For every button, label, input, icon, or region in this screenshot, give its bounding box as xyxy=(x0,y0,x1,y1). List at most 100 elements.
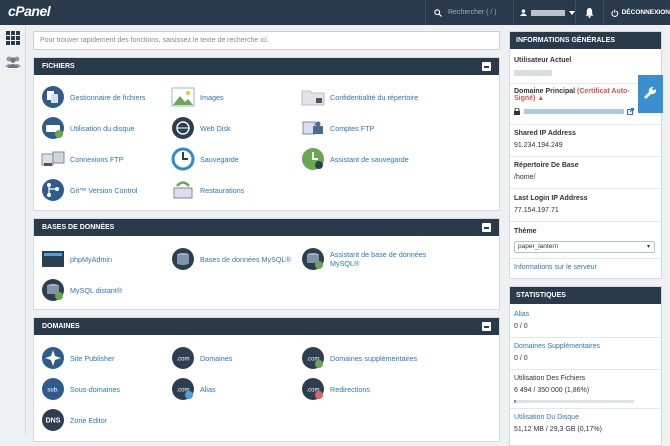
mysql-wizard-icon xyxy=(302,248,324,270)
remote-mysql-icon xyxy=(42,279,64,301)
file-manager-icon xyxy=(42,86,64,108)
item-zone-editor[interactable]: DNS Zone Editor xyxy=(41,408,107,432)
collapse-icon[interactable] xyxy=(482,223,491,232)
users-icon[interactable] xyxy=(4,56,22,68)
lock-icon xyxy=(514,108,520,115)
cpanel-logo[interactable]: cPanel xyxy=(8,3,51,19)
external-link-icon[interactable] xyxy=(627,108,634,115)
addon-domains-icon: .com xyxy=(302,347,324,369)
item-backup[interactable]: Sauvegarde xyxy=(171,147,239,171)
stat-disk-usage-link[interactable]: Utilisation Du Disque xyxy=(514,414,639,421)
web-disk-icon xyxy=(172,117,194,139)
folder-lock-icon xyxy=(301,90,325,106)
top-bar: cPanel Rechercher ( / ) DÉCONNEXION xyxy=(0,0,670,25)
bell-icon xyxy=(585,7,594,18)
theme-select[interactable]: paper_lantern ▾ xyxy=(514,241,655,253)
panel-bases-header[interactable]: BASES DE DONNÉES xyxy=(34,219,499,236)
settings-wrench-button[interactable] xyxy=(638,75,663,113)
item-addon-domains[interactable]: .com Domaines supplémentaires xyxy=(301,346,417,370)
subdomains-icon: sub. xyxy=(42,378,64,400)
wrench-icon xyxy=(644,86,657,99)
shared-ip: Shared IP Address 91.234.194.249 xyxy=(514,130,576,149)
stat-addon-domains-link[interactable]: Domaines Supplémentaires xyxy=(514,343,639,350)
svg-text:.com: .com xyxy=(176,357,189,363)
ftp-accounts-icon xyxy=(302,121,323,135)
current-user: Utilisateur Actuel xyxy=(514,57,639,76)
item-restore[interactable]: Restaurations xyxy=(171,178,244,202)
panel-fichiers-header[interactable]: FICHIERS xyxy=(34,58,499,75)
user-menu[interactable] xyxy=(513,0,575,25)
restore-icon xyxy=(173,181,193,199)
item-disk-usage[interactable]: Utilisation du disque xyxy=(41,116,134,140)
function-search-input[interactable]: Pour trouver rapidement des fonctions, s… xyxy=(33,31,500,50)
phpmyadmin-icon xyxy=(42,251,64,267)
stat-alias: Alias 0 / 0 xyxy=(514,311,639,330)
zone-editor-icon: DNS xyxy=(42,409,64,431)
primary-domain: Domaine Principal (Certificat Auto-Signé… xyxy=(514,88,639,115)
item-site-publisher[interactable]: Site Publisher xyxy=(41,346,114,370)
item-file-manager[interactable]: Gestionnaire de fichiers xyxy=(41,85,146,109)
item-mysql-databases[interactable]: Bases de données MySQL® xyxy=(171,247,291,271)
git-icon xyxy=(42,179,64,201)
statistics-header: STATISTIQUES xyxy=(510,287,661,304)
notifications-button[interactable] xyxy=(575,0,603,25)
item-web-disk[interactable]: Web Disk xyxy=(171,116,231,140)
warning-icon: ▲ xyxy=(537,95,545,102)
user-icon xyxy=(520,9,527,16)
images-icon xyxy=(171,87,195,107)
svg-text:DNS: DNS xyxy=(46,418,61,425)
theme-label-row: Thème xyxy=(514,228,537,235)
item-ftp-accounts[interactable]: Comptes FTP xyxy=(301,116,374,140)
last-login-ip: Last Login IP Address 77.154.197.71 xyxy=(514,195,588,214)
stat-alias-link[interactable]: Alias xyxy=(514,311,639,318)
panel-general-info: INFORMATIONS GÉNÉRALES Utilisateur Actue… xyxy=(509,31,663,279)
ftp-connections-icon xyxy=(41,151,65,166)
panel-domaines: DOMAINES Site Publisher .com Domaines .co… xyxy=(33,317,500,442)
aliases-icon: .com xyxy=(172,378,194,400)
backup-wizard-icon xyxy=(302,148,324,170)
item-images[interactable]: Images xyxy=(171,85,224,109)
apps-grid-icon[interactable] xyxy=(6,31,20,45)
stat-disk-usage: Utilisation Du Disque 51,12 MB / 29,3 GB… xyxy=(514,414,639,433)
item-remote-mysql[interactable]: MySQL distant® xyxy=(41,278,122,302)
item-domains[interactable]: .com Domaines xyxy=(171,346,232,370)
file-usage-progress xyxy=(514,400,634,403)
server-info-link[interactable]: Informations sur le serveur xyxy=(514,264,639,271)
general-info-header: INFORMATIONS GÉNÉRALES xyxy=(510,32,661,49)
left-nav xyxy=(0,25,26,435)
panel-domaines-header[interactable]: DOMAINES xyxy=(34,318,499,335)
top-search[interactable]: Rechercher ( / ) xyxy=(425,0,513,25)
domains-icon: .com xyxy=(172,347,194,369)
panel-bases: BASES DE DONNÉES phpMyAdmin Bases de don… xyxy=(33,218,500,310)
home-directory: Répertoire De Base /home/ xyxy=(514,162,579,181)
site-publisher-icon xyxy=(42,347,64,369)
username-redacted xyxy=(531,9,565,16)
disk-usage-icon xyxy=(42,117,64,139)
collapse-icon[interactable] xyxy=(482,62,491,71)
item-ftp-connections[interactable]: Connexions FTP xyxy=(41,147,124,171)
panel-statistics: STATISTIQUES Alias 0 / 0 Domaines Supplé… xyxy=(509,286,662,446)
backup-icon xyxy=(171,147,195,171)
svg-text:sub.: sub. xyxy=(47,388,59,394)
mysql-databases-icon xyxy=(172,248,194,270)
search-icon xyxy=(434,8,442,17)
chevron-down-icon: ▾ xyxy=(646,244,650,250)
item-backup-wizard[interactable]: Assistant de sauvegarde xyxy=(301,147,409,171)
item-subdomains[interactable]: sub. Sous-domaines xyxy=(41,377,120,401)
redirects-icon: .com xyxy=(302,378,324,400)
top-search-placeholder: Rechercher ( / ) xyxy=(448,9,497,16)
item-git[interactable]: Git™ Version Control xyxy=(41,178,138,202)
power-icon xyxy=(611,9,619,17)
item-mysql-wizard[interactable]: Assistant de base de données MySQL® xyxy=(301,247,440,271)
panel-fichiers: FICHIERS Gestionnaire de fichiers Images… xyxy=(33,57,500,211)
logout-button[interactable]: DÉCONNEXION xyxy=(603,0,670,25)
item-aliases[interactable]: .com Alias xyxy=(171,377,216,401)
domain-redacted[interactable] xyxy=(524,109,624,114)
item-directory-privacy[interactable]: Confidentialité du répertoire xyxy=(301,85,418,109)
item-redirects[interactable]: .com Redirections xyxy=(301,377,370,401)
stat-addon-domains: Domaines Supplémentaires 0 / 0 xyxy=(514,343,639,362)
username-redacted xyxy=(514,70,552,76)
item-phpmyadmin[interactable]: phpMyAdmin xyxy=(41,247,112,271)
stat-file-usage: Utilisation Des Fichiers 6 494 / 350 000… xyxy=(514,375,590,394)
collapse-icon[interactable] xyxy=(482,322,491,331)
